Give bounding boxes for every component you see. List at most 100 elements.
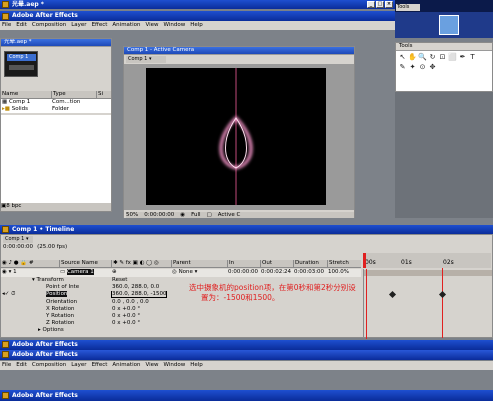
layer-out[interactable]: 0:00:02:24: [260, 269, 293, 277]
prop-value[interactable]: Reset: [111, 277, 181, 284]
menu-window[interactable]: Window: [164, 21, 186, 30]
menu-edit[interactable]: Edit: [16, 21, 27, 30]
prop-row[interactable]: Z Rotation 0 x +0.0 °: [1, 320, 361, 327]
timeline-graph[interactable]: [363, 268, 492, 339]
zoom-tool-icon[interactable]: 🔍: [418, 53, 427, 62]
comp-thumbnail: Comp 1: [4, 51, 38, 77]
menu-edit[interactable]: Edit: [16, 361, 27, 370]
project-list-header: Name Type Si: [1, 91, 111, 99]
prop-row[interactable]: X Rotation 0 x +0.0 °: [1, 306, 361, 313]
list-item[interactable]: ▦ Comp 1 Com...tion: [1, 99, 111, 106]
eraser-tool-icon[interactable]: ⊙: [418, 63, 427, 72]
bpc-label[interactable]: 8 bpc: [6, 203, 21, 211]
col-source-name[interactable]: Source Name: [59, 260, 111, 267]
layer-duration-bar[interactable]: [364, 270, 492, 276]
brush-tool-icon[interactable]: ✎: [398, 63, 407, 72]
taskbar-window-3[interactable]: Adobe After Effects: [0, 390, 493, 401]
menu-composition[interactable]: Composition: [32, 21, 66, 30]
prop-row[interactable]: Y Rotation 0 x +0.0 °: [1, 313, 361, 320]
menu-file[interactable]: File: [2, 361, 11, 370]
timeline-title-text: Comp 1 • Timeline: [12, 226, 75, 233]
item-name: Solids: [11, 106, 28, 112]
selection-tool-icon[interactable]: ↖: [398, 53, 407, 62]
taskbar-window-2[interactable]: Adobe After Effects: [0, 350, 493, 360]
col-stretch[interactable]: Stretch: [327, 260, 355, 267]
close-icon[interactable]: ×: [385, 1, 393, 8]
taskbar-window-1[interactable]: Adobe After Effects: [0, 340, 493, 350]
keyframe-nav-icon[interactable]: ◂✓: [2, 291, 11, 297]
menu-layer[interactable]: Layer: [71, 361, 86, 370]
prop-value[interactable]: 0 x +0.0 °: [111, 313, 181, 320]
col-name[interactable]: Name: [1, 91, 51, 98]
prop-value[interactable]: 0 x +0.0 °: [111, 306, 181, 313]
orbit-tool-icon[interactable]: ⊡: [438, 53, 447, 62]
project-panel-title: 光晕.aep *: [1, 39, 111, 47]
col-type[interactable]: Type: [51, 91, 96, 98]
list-item[interactable]: ▸■ Solids Folder: [1, 106, 111, 113]
parent-select[interactable]: None: [179, 269, 193, 275]
layer-name[interactable]: Camera 1: [66, 269, 94, 275]
rotate-tool-icon[interactable]: ↻: [428, 53, 437, 62]
maximize-icon[interactable]: □: [376, 1, 384, 8]
layer-row[interactable]: ◉ ▾ 1 ▭ Camera 1 ⊕ ◎ None ▾ 0:00:00:00 0…: [1, 269, 361, 277]
minimize-icon[interactable]: _: [367, 1, 375, 8]
menu-effect[interactable]: Effect: [92, 21, 108, 30]
current-time-indicator[interactable]: [363, 253, 366, 268]
layer-stretch[interactable]: 100.0%: [327, 269, 355, 277]
prop-name: Position: [46, 291, 68, 297]
viewer-tab[interactable]: Comp 1 ▾: [126, 56, 166, 63]
menu-animation[interactable]: Animation: [112, 361, 140, 370]
rect-mask-tool-icon[interactable]: ⬜: [448, 53, 457, 62]
timeline-panel: Comp 1 ▾ 0:00:00:00 (25.00 fps) ◉ ♪ ● 🔒 …: [0, 234, 493, 339]
project-panel: 光晕.aep * Comp 1 Name Type Si ▦ Comp 1 Co…: [0, 38, 112, 212]
prop-row[interactable]: ▸ Options: [1, 327, 361, 334]
col-switches: ✱ ✎ fx ▣ ◐ ◯ ◎: [111, 260, 171, 267]
menu-help[interactable]: Help: [190, 361, 203, 370]
tools-grid: ↖ ✋ 🔍 ↻ ⊡ ⬜ ✒ T ✎ ✦ ⊙ ✥: [398, 53, 478, 72]
hand-tool-icon[interactable]: ✋: [408, 53, 417, 62]
timeline-timecode[interactable]: 0:00:00:00: [3, 244, 33, 251]
col-size[interactable]: Si: [96, 91, 109, 98]
prop-value[interactable]: 0.0 , 0.0 , 0.0: [111, 299, 181, 306]
ae-app-icon: [2, 392, 9, 399]
time-ruler[interactable]: 00s 01s 02s: [363, 253, 491, 268]
prop-value[interactable]: 360.0, 288.0, 0.0: [111, 284, 181, 291]
taskbar-title: Adobe After Effects: [12, 351, 78, 358]
stopwatch-icon[interactable]: ⏱: [11, 291, 15, 297]
prop-value[interactable]: 360.0, 288.0, -1500: [111, 291, 168, 298]
layer-duration[interactable]: 0:00:03:00: [293, 269, 327, 277]
item-name: Comp 1: [8, 99, 31, 105]
keyframe-icon[interactable]: [438, 290, 447, 299]
menu-help[interactable]: Help: [190, 21, 203, 30]
eye-icon[interactable]: ◉: [2, 269, 7, 275]
menu-layer[interactable]: Layer: [71, 21, 86, 30]
tools-panel: Tools ↖ ✋ 🔍 ↻ ⊡ ⬜ ✒ T ✎ ✦ ⊙ ✥: [395, 42, 493, 92]
ae-app-icon: [2, 12, 9, 20]
menu-window[interactable]: Window: [164, 361, 186, 370]
timeline-tab[interactable]: Comp 1 ▾: [3, 236, 33, 243]
clone-tool-icon[interactable]: ✦: [408, 63, 417, 72]
camera-layer-icon: ▭: [60, 269, 67, 275]
keyframe-icon[interactable]: [388, 290, 397, 299]
menu-effect[interactable]: Effect: [92, 361, 108, 370]
col-duration[interactable]: Duration: [293, 260, 327, 267]
prop-value[interactable]: 0 x +0.0 °: [111, 320, 181, 327]
col-parent[interactable]: Parent: [171, 260, 227, 267]
taskbar-title: Adobe After Effects: [12, 392, 78, 399]
layer-switches[interactable]: ⊕: [111, 269, 171, 277]
layer-in[interactable]: 0:00:00:00: [227, 269, 260, 277]
menu-view[interactable]: View: [145, 21, 158, 30]
menu-file[interactable]: File: [2, 21, 11, 30]
puppet-tool-icon[interactable]: ✥: [428, 63, 437, 72]
tools-floating-tab[interactable]: Tools: [396, 4, 420, 11]
text-tool-icon[interactable]: T: [468, 53, 477, 62]
col-in[interactable]: In: [227, 260, 260, 267]
menu-view[interactable]: View: [145, 361, 158, 370]
menu-animation[interactable]: Animation: [112, 21, 140, 30]
pen-tool-icon[interactable]: ✒: [458, 53, 467, 62]
timeline-window-icon: [2, 226, 9, 233]
comp-canvas[interactable]: [146, 68, 326, 205]
timeline-columns-header: ◉ ♪ ● 🔒 # Source Name ✱ ✎ fx ▣ ◐ ◯ ◎ Par…: [1, 260, 361, 268]
col-out[interactable]: Out: [260, 260, 293, 267]
menu-composition[interactable]: Composition: [32, 361, 66, 370]
